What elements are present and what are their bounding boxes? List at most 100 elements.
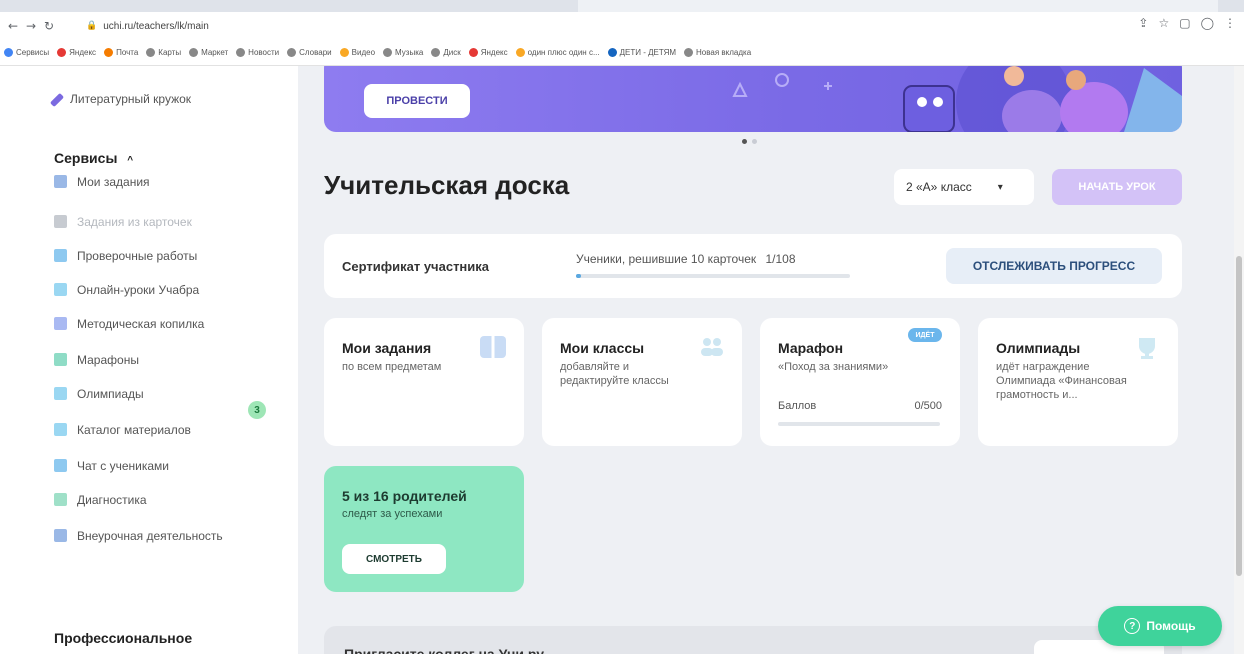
url-text: uchi.ru/teachers/lk/main (103, 20, 209, 32)
services-section-title[interactable]: Сервисы ^ (54, 150, 133, 166)
profile-icon[interactable]: ◯ (1201, 16, 1214, 30)
bookmark-item[interactable]: Яндекс (468, 48, 508, 57)
bookmark-label: Карты (158, 48, 182, 57)
sidebar-item-icon (54, 317, 67, 330)
card-my-tasks[interactable]: Мои задания по всем предметам (324, 318, 524, 446)
card-my-classes[interactable]: Мои классы добавляйте и редактируйте кла… (542, 318, 742, 446)
sidebar-item-label: Задания из карточек (77, 215, 192, 229)
question-icon: ? (1124, 618, 1141, 634)
sidebar-item-label: Проверочные работы (77, 249, 198, 263)
sidebar-item-label: Каталог материалов (77, 423, 191, 437)
sidebar-item[interactable]: Марафоны (54, 352, 227, 368)
bookmark-item[interactable]: ДЕТИ - ДЕТЯМ (607, 48, 677, 57)
sidebar-item[interactable]: Внеурочная деятельность (54, 528, 227, 544)
view-parents-button[interactable]: СМОТРЕТЬ (342, 544, 446, 574)
bookmark-item[interactable]: Яндекс (57, 48, 96, 57)
card-subtitle: идёт награждение Олимпиада «Финансовая г… (996, 361, 1127, 401)
bookmark-item[interactable]: один плюс один с... (515, 48, 600, 57)
bookmark-item[interactable]: Сервисы (4, 48, 49, 57)
trophy-icon (1134, 336, 1160, 359)
book-icon (480, 336, 506, 358)
sidebar-item-icon (54, 249, 67, 262)
track-progress-button[interactable]: ОТСЛЕЖИВАТЬ ПРОГРЕСС (946, 248, 1162, 284)
bookmark-item[interactable]: Видео (339, 48, 376, 57)
bookmark-icon (189, 48, 199, 57)
progress-description: Ученики, решившие 10 карточек (576, 252, 757, 266)
sidebar-item-icon (54, 215, 67, 228)
bookmark-item[interactable]: Карты (146, 48, 181, 57)
sidebar-item[interactable]: Онлайн-уроки Учабра (54, 282, 227, 298)
bookmark-icon (383, 48, 393, 57)
parents-title: 5 из 16 родителей (342, 488, 467, 504)
sidebar-item[interactable]: Чат с учениками (54, 458, 227, 474)
progress-value: 1/108 (765, 252, 796, 266)
bookmark-icon (287, 48, 297, 57)
carousel-dot-active[interactable] (742, 139, 747, 144)
certificate-label: Сертификат участника (342, 259, 490, 274)
sidebar-item[interactable]: Каталог материалов (54, 422, 227, 438)
bookmark-label: Видео (351, 48, 376, 57)
sidebar-item[interactable]: Методическая копилка (54, 316, 227, 332)
reload-icon[interactable]: ↻ (40, 17, 58, 35)
star-icon[interactable]: ☆ (1158, 16, 1169, 30)
bookmark-item[interactable]: Почта (104, 48, 138, 57)
professional-section-title[interactable]: Профессиональное развитие (54, 628, 254, 654)
card-subtitle: добавляйте и редактируйте классы (560, 361, 669, 387)
bookmark-icon (236, 48, 246, 57)
menu-icon[interactable]: ⋮ (1224, 16, 1236, 30)
bookmark-icon (104, 48, 114, 57)
card-title: Олимпиады (996, 340, 1081, 356)
bookmark-item[interactable]: Словари (287, 48, 332, 57)
bookmark-item[interactable]: Музыка (383, 48, 423, 57)
bookmark-label: Новая вкладка (696, 48, 752, 57)
bookmark-item[interactable]: Новая вкладка (684, 48, 751, 57)
sidebar-item[interactable]: Задания из карточек (54, 214, 227, 230)
promo-banner: ПРОВЕСТИ (324, 66, 1182, 132)
sidebar-item-label: Внеурочная деятельность (77, 529, 223, 543)
bookmark-item[interactable]: Диск (431, 48, 461, 57)
sidebar-item[interactable]: Диагностика (54, 492, 227, 508)
bookmark-label: Музыка (395, 48, 424, 57)
scrollbar-thumb[interactable] (1236, 256, 1242, 576)
bookmark-icon (515, 48, 525, 57)
olympiad-count-badge: 3 (248, 401, 266, 419)
class-select[interactable]: 2 «А» класс ▾ (894, 169, 1034, 205)
chevron-down-icon: ▾ (997, 181, 1003, 193)
card-marathon[interactable]: Марафон «Поход за знаниями» ИДЁТ Баллов … (760, 318, 960, 446)
bookmark-item[interactable]: Маркет (189, 48, 228, 57)
help-button[interactable]: ? Помощь (1098, 606, 1222, 646)
card-title: Мои задания (342, 340, 432, 356)
sidebar-item-icon (54, 353, 67, 366)
bookmark-label: Новости (248, 48, 280, 57)
bookmark-label: Почта (116, 48, 139, 57)
people-icon (698, 336, 724, 358)
back-icon[interactable]: ← (4, 17, 22, 35)
score-value: 0/500 (914, 400, 942, 412)
main-content: ПРОВЕСТИ Учительская доска 2 «А» класс ▾… (298, 66, 1244, 654)
sidebar-item[interactable]: Олимпиады (54, 386, 227, 402)
share-icon[interactable]: ⇪ (1138, 16, 1148, 30)
bookmark-label: ДЕТИ - ДЕТЯМ (619, 48, 677, 57)
forward-icon[interactable]: → (22, 17, 40, 35)
progress-bar-fill (576, 274, 582, 278)
browser-toolbar-icons: ⇪ ☆ ▢ ◯ ⋮ (1138, 16, 1236, 30)
sidebar-item-icon (54, 283, 67, 296)
sidebar-item[interactable]: Мои задания (54, 174, 227, 190)
certificate-progress-text: Ученики, решившие 10 карточек 1/108 (576, 252, 796, 266)
bookmark-icon (431, 48, 441, 57)
sidebar-item[interactable]: Проверочные работы (54, 248, 227, 264)
sidebar-item-icon (54, 423, 67, 436)
bookmark-item[interactable]: Новости (236, 48, 279, 57)
bookmark-icon (146, 48, 156, 57)
carousel-dot[interactable] (752, 139, 757, 144)
card-subtitle: «Поход за знаниями» (778, 361, 889, 373)
sidebar-item-icon (54, 459, 67, 472)
url-field[interactable]: 🔒 uchi.ru/teachers/lk/main (86, 15, 1168, 37)
start-lesson-button[interactable]: НАЧАТЬ УРОК (1052, 169, 1182, 205)
window-icon[interactable]: ▢ (1179, 16, 1190, 30)
browser-active-tab[interactable] (578, 0, 1218, 12)
sidebar-item-literary-club[interactable]: Литературный кружок (49, 92, 191, 108)
page-scrollbar[interactable] (1234, 66, 1244, 654)
card-olympiads[interactable]: Олимпиады идёт награждение Олимпиада «Фи… (978, 318, 1178, 446)
conduct-button[interactable]: ПРОВЕСТИ (364, 84, 470, 118)
